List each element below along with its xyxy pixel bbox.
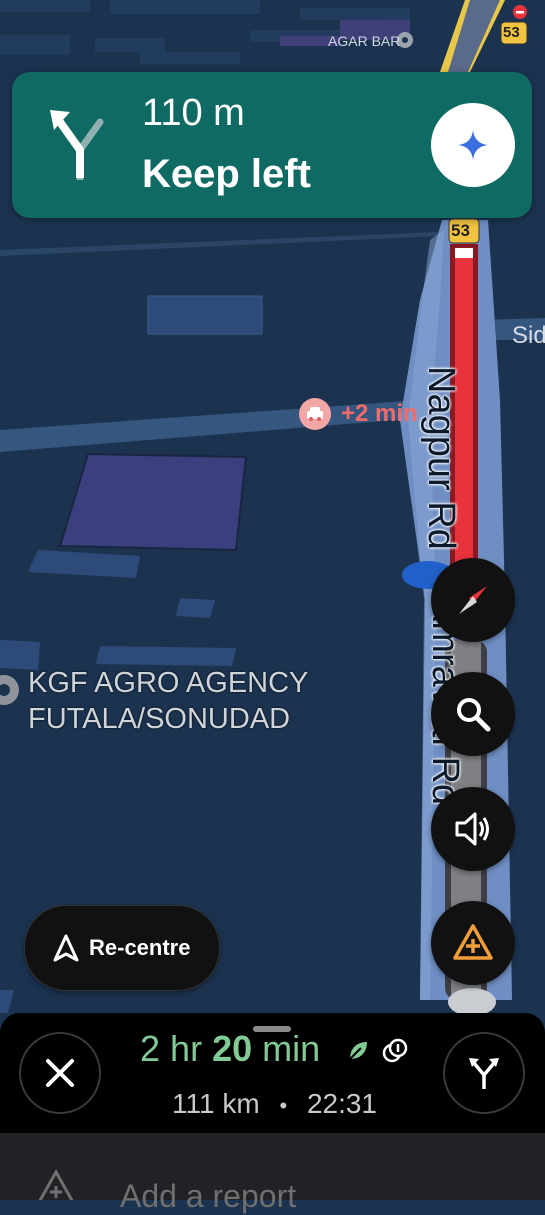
navigation-arrow-icon (53, 934, 79, 962)
eta-duration: 2 hr 20 min (140, 1028, 320, 1070)
trip-distance: 111 km (172, 1088, 260, 1119)
exit-navigation-button[interactable] (19, 1032, 101, 1114)
place-label-agar-bar[interactable]: AGAR BAR (328, 33, 400, 49)
eta-hours-unit: hr (170, 1028, 203, 1069)
eta-minutes: 20 (212, 1028, 253, 1069)
add-report-icon (38, 1168, 74, 1200)
trip-separator: • (279, 1093, 288, 1118)
recentre-button[interactable]: Re-centre (24, 905, 220, 991)
traffic-delay-callout[interactable]: +2 min (299, 397, 418, 431)
search-icon (457, 698, 491, 732)
keep-left-arrow-icon (50, 110, 104, 180)
route-options-button[interactable] (443, 1032, 525, 1114)
compass-icon (459, 586, 487, 614)
fork-route-icon (469, 1058, 499, 1089)
speaker-icon (455, 812, 489, 846)
side-road-label: Sid (512, 322, 545, 349)
warning-plus-icon (453, 924, 493, 960)
close-icon (46, 1059, 74, 1087)
trip-summary: 111 km • 22:31 (172, 1088, 377, 1120)
search-button[interactable] (431, 672, 515, 756)
maneuver-instruction: Keep left (142, 152, 311, 196)
add-report-fab[interactable] (431, 901, 515, 985)
maneuver-distance: 110 m (142, 92, 245, 134)
route-shield-top: 53 (503, 24, 520, 41)
traffic-car-icon (299, 398, 331, 430)
sound-button[interactable] (431, 787, 515, 871)
eco-leaf-icon (349, 1042, 367, 1060)
poi-label-line2[interactable]: FUTALA/SONUDAD (28, 703, 290, 736)
road-label-nagpur: Nagpur Rd (420, 366, 462, 550)
alternate-routes-icon (382, 1038, 408, 1063)
eta-minutes-unit: min (262, 1028, 321, 1069)
poi-label-line1[interactable]: KGF AGRO AGENCY (28, 667, 308, 700)
delay-text: +2 min (341, 400, 418, 427)
add-report-label[interactable]: Add a report (120, 1178, 296, 1215)
sparkle-icon (458, 130, 488, 160)
arrival-time: 22:31 (306, 1088, 378, 1119)
gemini-assistant-button[interactable] (431, 103, 515, 187)
compass-button[interactable] (431, 558, 515, 642)
recentre-label: Re-centre (89, 935, 191, 960)
eta-hours: 2 (140, 1028, 161, 1069)
route-shield-mid: 53 (451, 221, 470, 240)
